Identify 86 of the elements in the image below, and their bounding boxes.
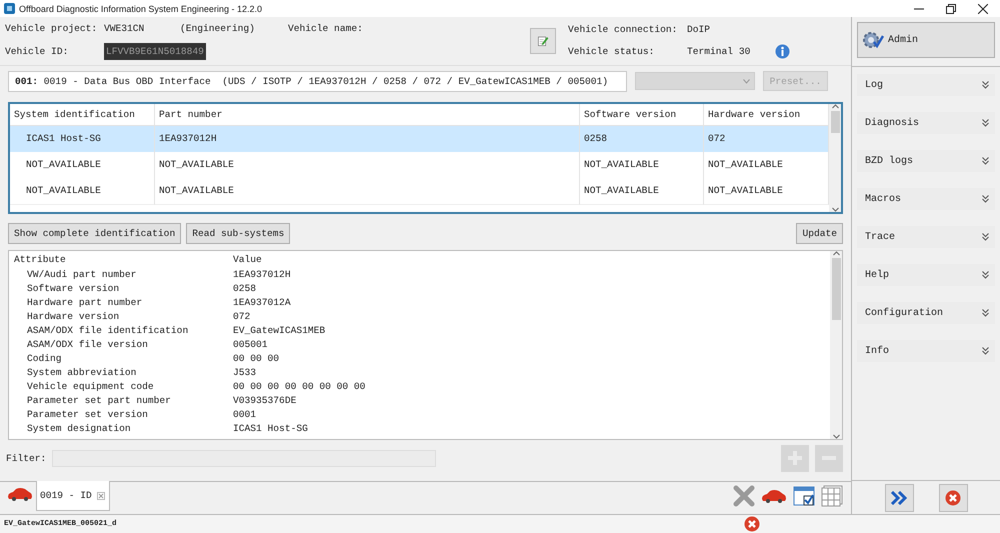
edit-note-button[interactable]: [530, 28, 556, 54]
attribute-value: 1EA937012A: [232, 296, 292, 308]
attribute-value: J533: [232, 366, 258, 378]
column-header[interactable]: Part number: [155, 104, 580, 125]
redacted-value: LFVVB9E61N5018849: [104, 42, 206, 60]
field-label: Vehicle connection:: [568, 24, 678, 34]
field-label: Vehicle ID:: [5, 46, 70, 56]
sidebar-section[interactable]: Help: [857, 264, 995, 286]
attribute-value: 00 00 00 00 00 00 00 00: [232, 380, 366, 392]
grid-icon[interactable]: [821, 485, 843, 507]
forward-button[interactable]: [884, 484, 914, 512]
attribute-name: Software version: [26, 282, 120, 294]
filter-label: Filter:: [6, 452, 46, 464]
column-header: Value: [232, 254, 263, 264]
restore-icon[interactable]: [946, 4, 956, 14]
scrollbar[interactable]: [829, 104, 841, 212]
scrollbar[interactable]: [830, 251, 842, 439]
caret-icon: [743, 78, 750, 84]
window-title: Offboard Diagnostic Information System Engineering - 12.2.0: [19, 4, 262, 14]
sidebar-section[interactable]: Info: [857, 340, 995, 362]
table-row[interactable]: NOT_AVAILABLE NOT_AVAILABLE NOT_AVAILABLE NOT_AVAILABLE: [10, 152, 829, 178]
action-button[interactable]: Show complete identification: [8, 222, 182, 244]
sidebar-section[interactable]: Diagnosis: [857, 112, 995, 134]
attribute-name: Coding: [26, 352, 63, 364]
field-value: (Engineering): [180, 22, 256, 34]
field-value: VWE31CN: [104, 22, 146, 34]
sidebar-section[interactable]: Log: [857, 74, 995, 96]
field-label: Vehicle project:: [5, 22, 98, 34]
attribute-value: 00 00 00: [232, 352, 280, 364]
attribute-value: 0258: [232, 282, 258, 294]
attribute-value: V03935376DE: [232, 394, 298, 406]
car-icon[interactable]: [761, 489, 787, 503]
scroll-up-icon[interactable]: [832, 104, 838, 109]
table-cell: NOT_AVAILABLE: [580, 178, 704, 204]
column-header[interactable]: Software version: [580, 104, 704, 125]
field-label: Vehicle status:: [568, 46, 656, 56]
attribute-value: ICAS1 Host-SG: [232, 422, 309, 434]
cross-icon[interactable]: [733, 485, 755, 507]
attribute-name: System designation: [26, 422, 132, 434]
field-value: Terminal 30: [687, 46, 752, 56]
attribute-name: VW/Audi part number: [26, 268, 138, 280]
field-value: DoIP: [687, 24, 712, 34]
column-header[interactable]: System identification: [10, 104, 155, 125]
scroll-up-icon[interactable]: [832, 251, 840, 256]
cancel-icon: [945, 490, 961, 506]
scroll-down-icon[interactable]: [832, 207, 838, 212]
table-row[interactable]: NOT_AVAILABLE NOT_AVAILABLE NOT_AVAILABLE NOT_AVAILABLE: [10, 178, 829, 204]
sidebar-section[interactable]: Configuration: [857, 302, 995, 324]
sidebar-section[interactable]: Macros: [857, 188, 995, 210]
attribute-value: 0001: [232, 408, 258, 420]
sidebar-section[interactable]: Trace: [857, 226, 995, 248]
attribute-value: EV_GatewICAS1MEB: [232, 324, 326, 336]
attribute-value: 072: [232, 310, 252, 322]
car-icon[interactable]: [7, 487, 33, 501]
scroll-down-icon[interactable]: [832, 434, 840, 439]
table-cell: NOT_AVAILABLE: [10, 178, 155, 204]
column-header: Attribute: [13, 254, 67, 264]
attribute-name: System abbreviation: [26, 366, 138, 378]
app-icon: [4, 3, 15, 14]
table-row[interactable]: ICAS1 Host-SG 1EA937012H 0258 072: [10, 126, 829, 152]
info-icon[interactable]: [775, 44, 790, 58]
field-label: Vehicle name:: [288, 22, 364, 34]
checkbox-window-icon[interactable]: [793, 485, 815, 507]
tab[interactable]: 0019 - ID: [36, 481, 110, 511]
sidebar-section[interactable]: BZD logs: [857, 150, 995, 172]
close-icon[interactable]: [978, 4, 988, 14]
scroll-thumb[interactable]: [830, 111, 840, 133]
update-button[interactable]: Update: [796, 222, 843, 244]
action-button[interactable]: Read sub-systems: [186, 222, 290, 244]
attribute-value: 005001: [232, 338, 269, 350]
admin-button[interactable]: Admin: [857, 22, 995, 58]
attribute-name: Vehicle equipment code: [26, 380, 155, 392]
attribute-name: Parameter set part number: [26, 394, 172, 406]
cancel-button[interactable]: [938, 484, 968, 512]
close-tab-icon[interactable]: [96, 492, 105, 500]
attribute-name: Hardware part number: [26, 296, 144, 308]
interface-description: 001: 0019 - Data Bus OBD Interface (UDS / ISOTP / 1EA937012H / 0258 / 072 / EV_GatewICAS1MEB / 005001): [8, 70, 627, 92]
attribute-value: 1EA937012H: [232, 268, 292, 280]
gear-check-icon: [862, 30, 884, 50]
scroll-thumb[interactable]: [832, 258, 840, 320]
attribute-name: Parameter set version: [26, 408, 149, 420]
attribute-name: ASAM/ODX file version: [26, 338, 149, 350]
attribute-name: Hardware version: [26, 310, 120, 322]
double-chevron-icon: [890, 490, 908, 504]
table-cell: NOT_AVAILABLE: [155, 178, 580, 204]
attribute-name: ASAM/ODX file identification: [26, 324, 190, 336]
